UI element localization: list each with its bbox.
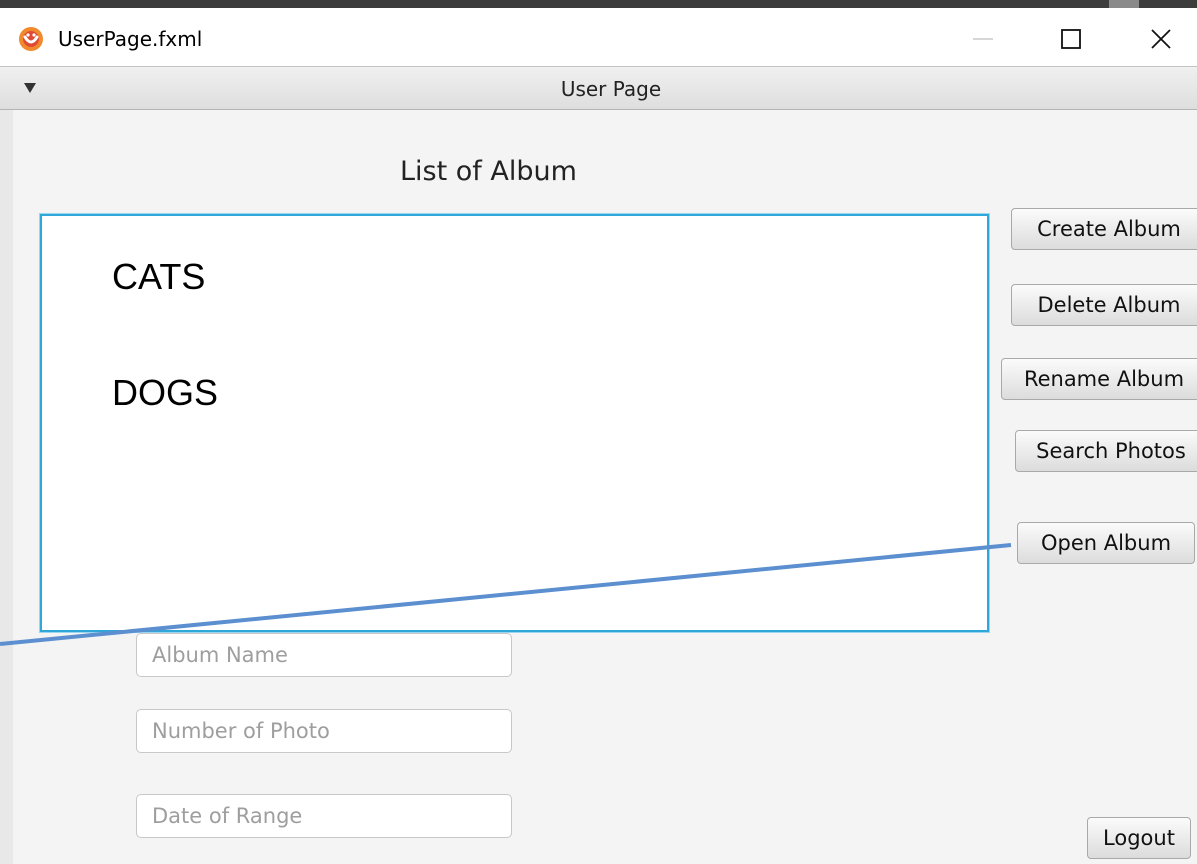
close-button[interactable] <box>1138 16 1184 62</box>
list-item[interactable]: CATS <box>112 256 205 298</box>
open-album-button[interactable]: Open Album <box>1017 522 1195 564</box>
minimize-button[interactable] <box>960 16 1006 62</box>
title-bar[interactable]: UserPage.fxml <box>0 8 1197 66</box>
number-of-photo-field[interactable]: Number of Photo <box>136 709 512 753</box>
close-icon <box>1151 29 1171 49</box>
list-item[interactable]: DOGS <box>112 372 218 414</box>
maximize-icon <box>1061 29 1081 49</box>
list-heading: List of Album <box>400 156 577 187</box>
minimize-icon <box>973 38 993 40</box>
desktop-edge <box>0 0 1197 8</box>
album-list[interactable]: CATS DOGS <box>40 214 989 632</box>
rename-album-button[interactable]: Rename Album <box>1001 358 1197 400</box>
window-title: UserPage.fxml <box>58 27 203 51</box>
pane-title: User Page <box>560 77 662 101</box>
maximize-button[interactable] <box>1048 16 1094 62</box>
logout-button[interactable]: Logout <box>1087 817 1191 859</box>
java-duke-icon <box>19 27 43 51</box>
album-name-field[interactable]: Album Name <box>136 633 512 677</box>
application-window: UserPage.fxml User Page List of Album CA… <box>0 0 1197 864</box>
search-photos-button[interactable]: Search Photos <box>1015 430 1197 472</box>
delete-album-button[interactable]: Delete Album <box>1011 284 1197 326</box>
titled-pane-header[interactable]: User Page <box>0 66 1197 110</box>
date-of-range-field[interactable]: Date of Range <box>136 794 512 838</box>
create-album-button[interactable]: Create Album <box>1011 208 1197 250</box>
pane-left-edge <box>0 110 13 864</box>
